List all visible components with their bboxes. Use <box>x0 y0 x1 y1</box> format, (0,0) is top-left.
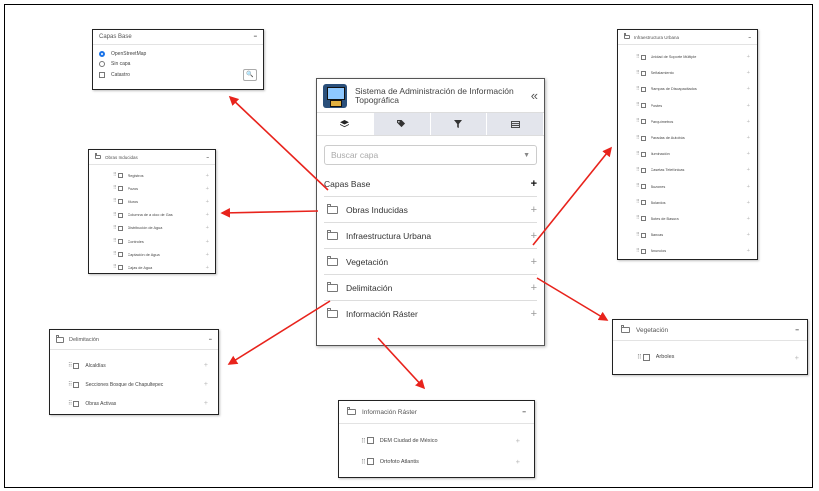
arrow-delimitacion <box>227 300 331 365</box>
arrow-infraestructura-urbana <box>532 146 613 246</box>
arrow-obras-inducidas <box>220 208 319 218</box>
arrow-vegetacion <box>536 277 609 321</box>
arrow-capas-base <box>228 95 329 191</box>
connector-arrows <box>220 95 613 390</box>
arrow-informacion-raster <box>377 337 426 390</box>
